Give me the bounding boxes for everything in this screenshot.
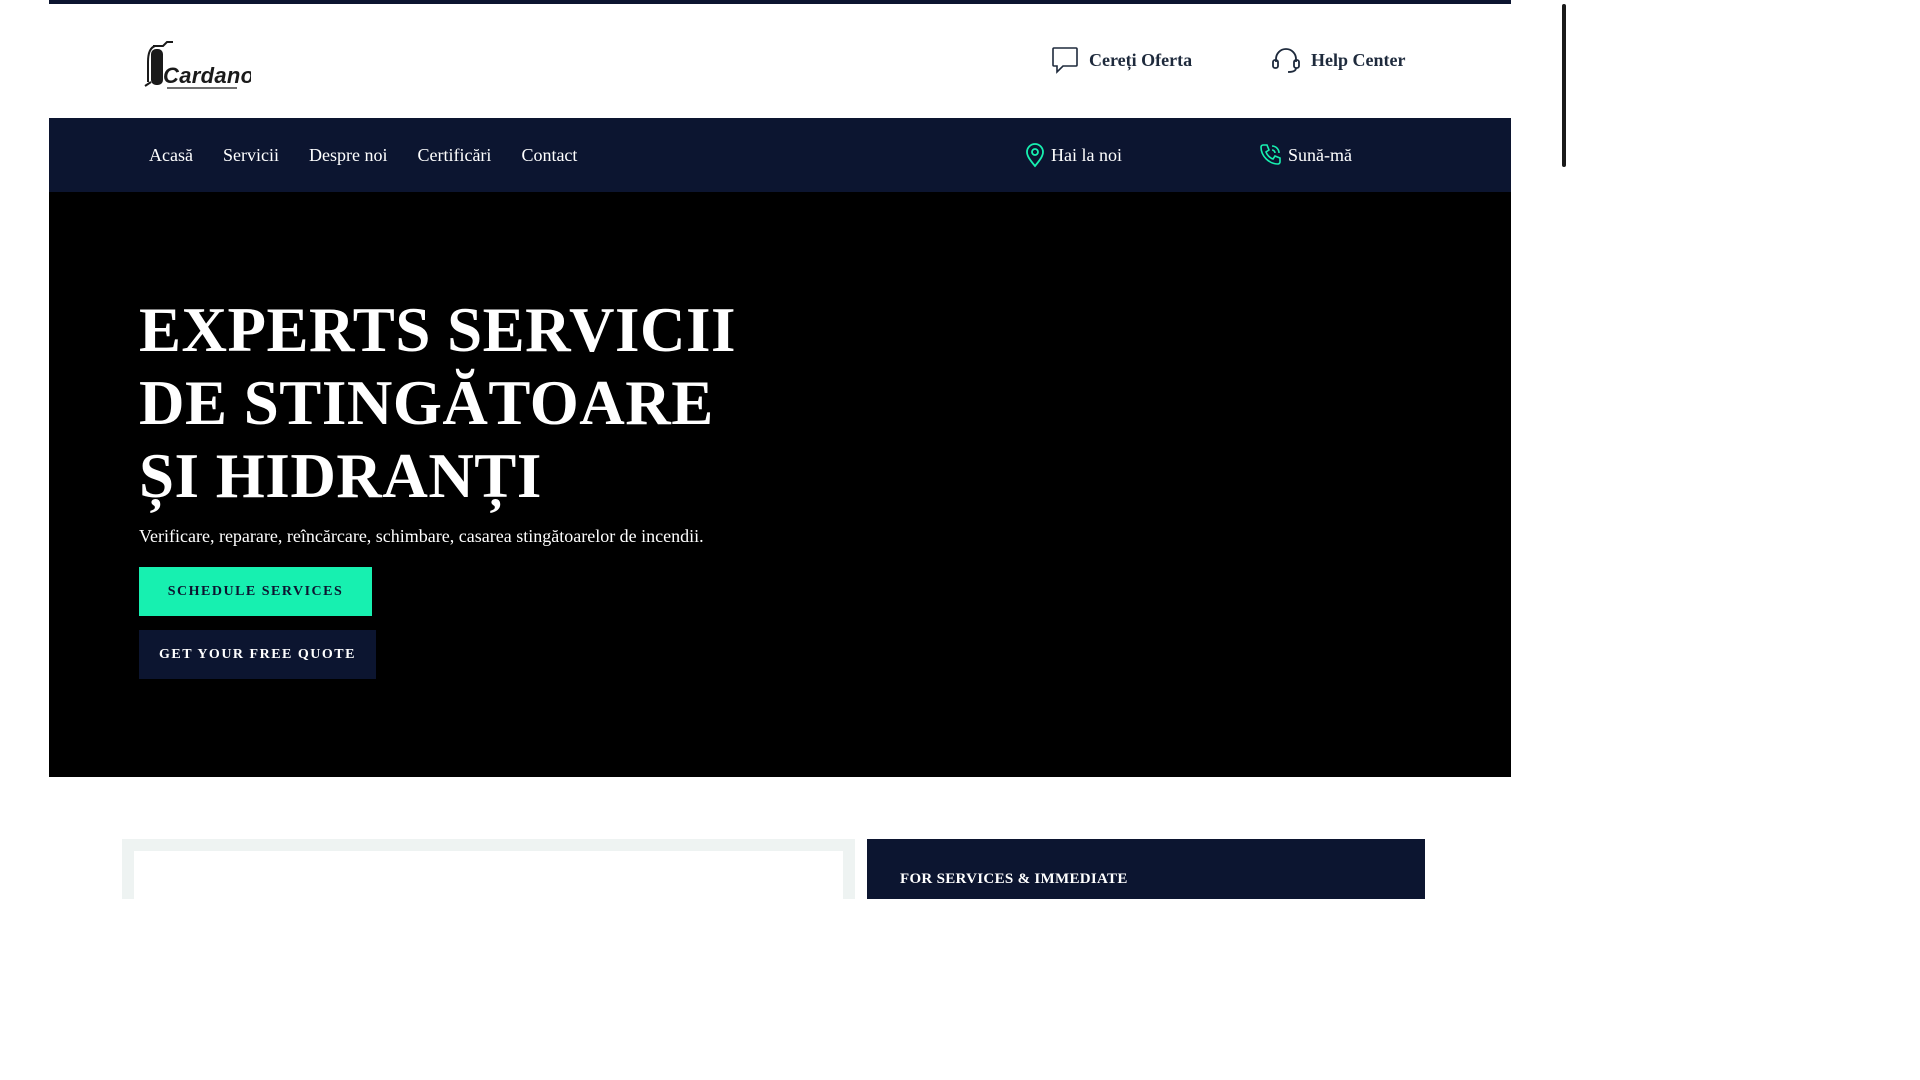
logo-wordmark: Cardano (163, 63, 251, 88)
location-label: Hai la noi (1051, 144, 1122, 165)
services-info-heading: FOR SERVICES & IMMEDIATE (900, 871, 1128, 887)
nav-item-servicii[interactable]: Servicii (223, 145, 279, 166)
call-me-label: Sună-mă (1288, 144, 1352, 165)
nav-item-certificari[interactable]: Certificări (417, 145, 491, 166)
hero-title-line: EXPERTS SERVICII (139, 295, 736, 365)
site-header: Cardano Cereți Oferta Help Center (49, 4, 1511, 118)
free-quote-button[interactable]: GET YOUR FREE QUOTE (139, 630, 376, 679)
headset-icon (1272, 48, 1300, 73)
hero-title: EXPERTS SERVICII DE STINGĂTOARE ȘI HIDRA… (139, 294, 736, 513)
nav-item-contact[interactable]: Contact (521, 145, 577, 166)
hero-title-line: ȘI HIDRANȚI (139, 441, 542, 511)
hero-subtitle: Verificare, reparare, reîncărcare, schim… (139, 526, 704, 546)
request-offer-label: Cereți Oferta (1089, 49, 1193, 70)
map-pin-icon (1026, 143, 1044, 168)
hero-title-line: DE STINGĂTOARE (139, 368, 714, 438)
scrollbar-thumb[interactable] (1562, 4, 1566, 167)
phone-icon (1260, 144, 1281, 165)
page-scrollbar[interactable] (1560, 0, 1567, 882)
schedule-services-button[interactable]: SCHEDULE SERVICES (139, 567, 372, 616)
call-me-link[interactable]: Sună-mă (1258, 118, 1352, 192)
nav-item-acasa[interactable]: Acasă (149, 145, 193, 166)
hero-section: EXPERTS SERVICII DE STINGĂTOARE ȘI HIDRA… (49, 192, 1511, 777)
site-logo[interactable]: Cardano (141, 34, 251, 94)
left-form-card (122, 839, 855, 911)
nav-menu: Acasă Servicii Despre noi Certificări Co… (149, 118, 577, 192)
nav-item-despre-noi[interactable]: Despre noi (309, 145, 387, 166)
help-center-link[interactable]: Help Center (1271, 46, 1405, 74)
location-link[interactable]: Hai la noi (1025, 118, 1122, 192)
request-offer-link[interactable]: Cereți Oferta (1051, 46, 1192, 74)
main-nav: Acasă Servicii Despre noi Certificări Co… (49, 118, 1511, 192)
left-form-card-inner (134, 851, 843, 911)
services-info-card: FOR SERVICES & IMMEDIATE (867, 839, 1425, 899)
chat-bubble-icon (1052, 47, 1078, 74)
help-center-label: Help Center (1311, 49, 1406, 70)
